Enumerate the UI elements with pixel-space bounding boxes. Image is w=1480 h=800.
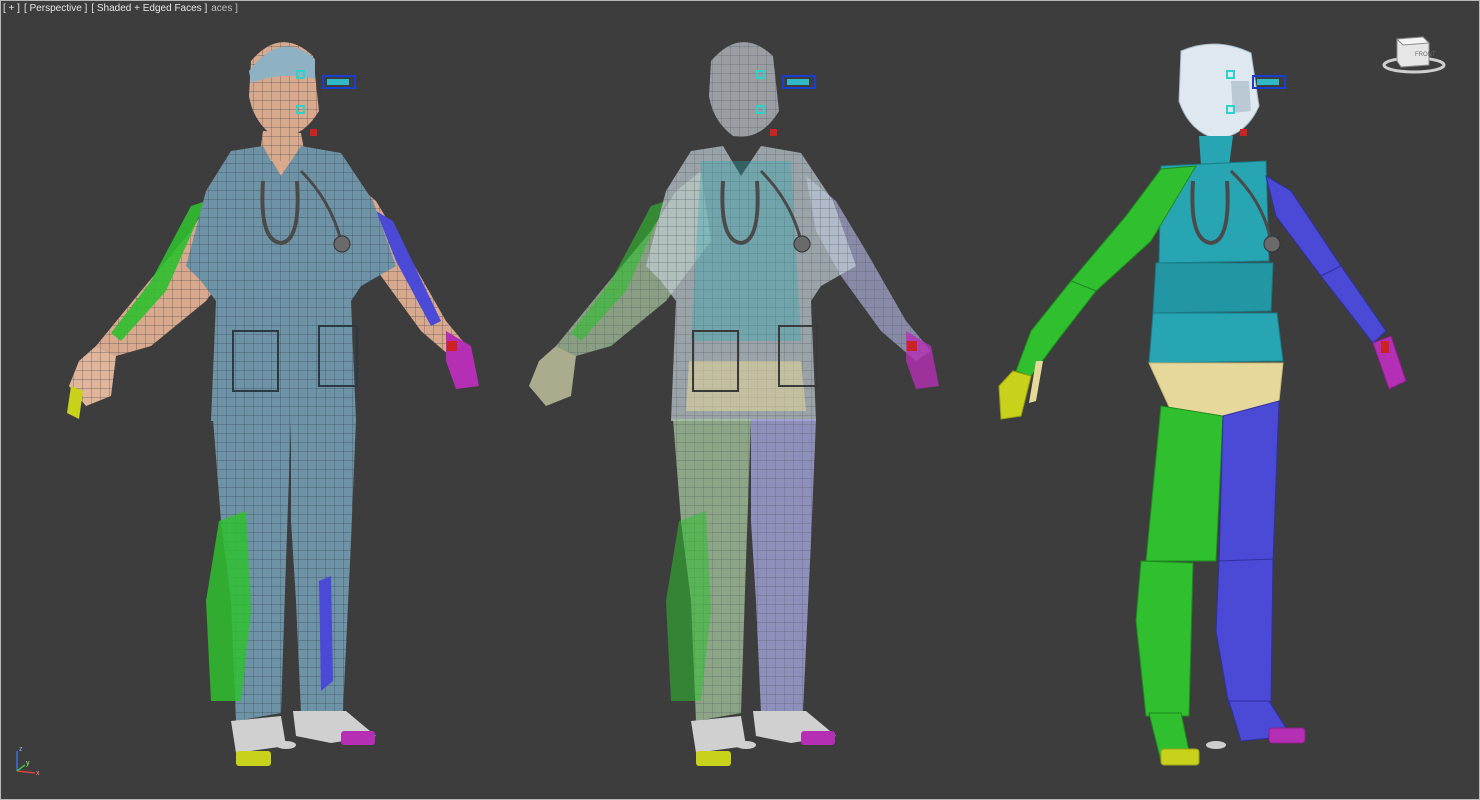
axis-x-label: x: [36, 770, 40, 777]
bone-right-upperarm: [1265, 174, 1342, 277]
figure-xray-mesh[interactable]: [529, 42, 939, 766]
bone-right-hand: [1372, 335, 1407, 390]
bone-neck: [1199, 136, 1233, 166]
bone-right-forearm: [1320, 265, 1387, 344]
figure-bone-rig[interactable]: [998, 43, 1407, 766]
bone-left-foot: [1160, 748, 1200, 766]
bone-left-hand: [998, 370, 1032, 420]
axis-z-label: z: [19, 746, 23, 753]
bone-left-thigh: [1145, 405, 1224, 562]
scene-canvas[interactable]: [1, 1, 1479, 799]
viewport-plus-menu[interactable]: [ + ]: [3, 3, 20, 14]
bone-right-foot: [1268, 727, 1306, 744]
viewcube-navigation[interactable]: FRONT: [1379, 31, 1449, 76]
bone-right-calf: [1215, 558, 1274, 707]
viewport-view-menu[interactable]: [ Perspective ]: [24, 3, 87, 14]
bone-left-calf: [1135, 560, 1194, 717]
axis-x-line: [16, 770, 36, 774]
bone-right-thigh: [1218, 400, 1280, 564]
viewcube-face-label: FRONT: [1415, 52, 1436, 58]
viewport-extra-menu[interactable]: aces ]: [211, 3, 238, 14]
bone-left-forearm: [1015, 280, 1097, 377]
bone-spine-lower: [1148, 312, 1284, 364]
viewport-perspective[interactable]: [ + ] [ Perspective ] [ Shaded + Edged F…: [0, 0, 1480, 800]
axis-y-label: y: [26, 760, 30, 767]
axis-y-line: [16, 764, 26, 772]
axis-tripod: z x y: [7, 741, 47, 781]
bone-spine-mid: [1152, 262, 1274, 314]
figure-opaque-mesh[interactable]: [67, 42, 479, 766]
foot-left-marker: [236, 751, 271, 766]
viewport-shading-menu[interactable]: [ Shaded + Edged Faces ]: [91, 3, 207, 14]
ground-marker: [1206, 741, 1226, 749]
viewport-label-menu: [ + ] [ Perspective ] [ Shaded + Edged F…: [3, 3, 238, 14]
foot-right-marker: [341, 731, 375, 745]
